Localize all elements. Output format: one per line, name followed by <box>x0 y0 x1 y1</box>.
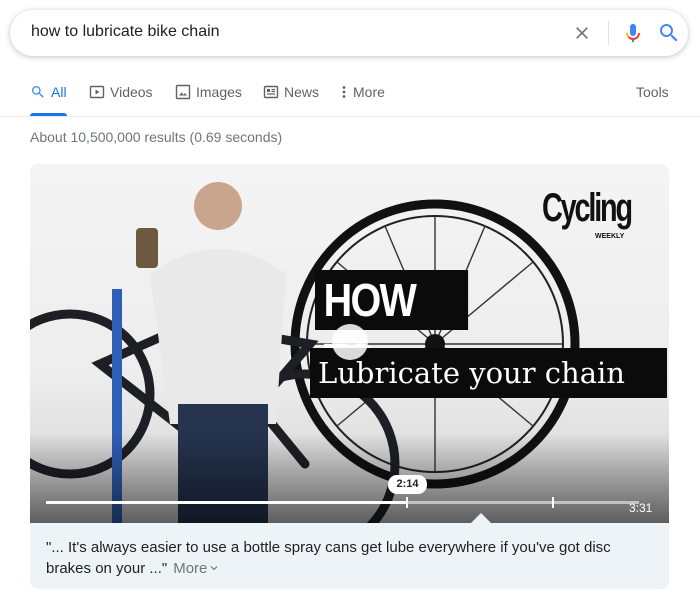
tab-label: Videos <box>110 84 153 100</box>
tab-images[interactable]: Images <box>175 82 242 116</box>
search-input[interactable]: how to lubricate bike chain <box>31 23 220 41</box>
video-result-card[interactable]: Cycling WEEKLY HOW TO... Lubricate your … <box>30 164 669 589</box>
tab-news[interactable]: News <box>263 82 319 116</box>
news-icon <box>263 85 279 99</box>
more-label: More <box>173 560 208 577</box>
video-controls-shade <box>30 433 669 523</box>
timestamp-bubble: 2:14 <box>388 475 427 494</box>
play-icon[interactable] <box>332 324 368 360</box>
snippet-pointer <box>471 513 491 523</box>
search-tabs: All Videos Images News More Tools <box>0 82 700 116</box>
tab-label: News <box>284 84 320 100</box>
progress-fill <box>46 501 407 504</box>
close-icon[interactable] <box>572 23 592 43</box>
image-icon <box>175 84 191 100</box>
tab-label: Images <box>196 84 242 100</box>
tabs-divider <box>0 116 700 117</box>
video-title-top: HOW TO... <box>315 270 469 386</box>
more-link[interactable]: More <box>173 560 219 577</box>
progress-chapter-marker <box>552 497 554 508</box>
tab-label: All <box>51 84 67 100</box>
search-bar-divider <box>608 21 609 45</box>
tab-all[interactable]: All <box>30 82 67 116</box>
microphone-icon[interactable] <box>621 21 645 45</box>
tab-videos[interactable]: Videos <box>89 82 153 116</box>
search-icon[interactable] <box>657 21 681 45</box>
search-icon <box>32 86 44 98</box>
brand-logo-sub: WEEKLY <box>595 233 625 240</box>
play-icon <box>89 85 105 99</box>
video-progress-bar[interactable] <box>46 497 639 508</box>
tools-button[interactable]: Tools <box>636 82 669 116</box>
search-bar[interactable]: how to lubricate bike chain <box>10 10 688 56</box>
result-stats: About 10,500,000 results (0.69 seconds) <box>30 129 283 145</box>
progress-current-marker <box>405 497 408 508</box>
video-snippet: "... It's always easier to use a bottle … <box>30 523 669 589</box>
more-vert-icon <box>342 86 346 98</box>
tab-more[interactable]: More <box>339 82 385 116</box>
video-title-bottom: Lubricate your chain <box>310 348 667 398</box>
video-duration: 3:31 <box>629 501 653 515</box>
video-thumbnail[interactable]: Cycling WEEKLY HOW TO... Lubricate your … <box>30 164 669 523</box>
brand-logo: Cycling <box>542 186 633 230</box>
tab-label: More <box>353 84 385 100</box>
snippet-text: "... It's always easier to use a bottle … <box>46 539 611 577</box>
tools-label: Tools <box>636 84 669 100</box>
chevron-down-icon <box>210 566 218 571</box>
